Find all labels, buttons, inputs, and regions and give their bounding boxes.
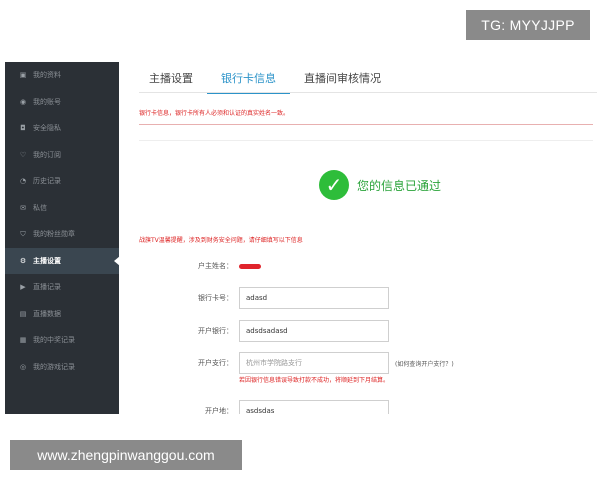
sidebar-item-streamer-settings[interactable]: ⚙ 主播设置	[5, 247, 120, 274]
id-card-icon: ▣	[19, 71, 27, 80]
address-row: 开户地： asdsdas	[139, 400, 579, 414]
heart-icon: ♡	[19, 150, 27, 159]
bank-input[interactable]: adsdsadasd	[239, 320, 389, 342]
holder-row: 户主姓名：	[139, 255, 579, 277]
bank-notice: 银行卡信息，银行卡所有人必须和认证的真实姓名一致。	[139, 110, 290, 117]
tab-bank-card-info[interactable]: 银行卡信息	[207, 70, 290, 94]
gear-icon: ⚙	[19, 256, 27, 265]
sidebar-item-live-records[interactable]: ▶ 直播记录	[5, 274, 119, 301]
tab-room-review-status[interactable]: 直播间审核情况	[290, 70, 395, 94]
redacted-name-mark	[239, 263, 261, 269]
clock-icon: ◔	[19, 177, 27, 186]
sidebar-item-live-data[interactable]: ▤ 直播数据	[5, 301, 119, 328]
sidebar-item-account[interactable]: ◉ 我的账号	[5, 89, 119, 116]
branch-input[interactable]: 杭州市学院路支行	[239, 352, 389, 374]
bank-label: 开户银行：	[198, 327, 233, 335]
sidebar-item-label: 历史记录	[33, 177, 61, 186]
main-content: 主播设置 银行卡信息 直播间审核情况 银行卡信息，银行卡所有人必须和认证的真实姓…	[119, 62, 597, 414]
tab-bar: 主播设置 银行卡信息 直播间审核情况	[139, 70, 395, 94]
video-icon: ▶	[20, 283, 26, 292]
sidebar-item-label: 安全隐私	[33, 124, 61, 133]
branch-help-link[interactable]: (如何查询开户支行？)	[395, 359, 454, 368]
sidebar-item-label: 我的粉丝勋章	[33, 230, 75, 239]
sidebar-item-label: 我的资料	[33, 71, 61, 80]
sidebar-item-label: 我的中奖记录	[33, 336, 75, 345]
verification-status: ✓ 您的信息已通过	[319, 170, 441, 200]
sidebar-item-label: 私信	[33, 203, 47, 212]
sidebar-item-fan-badges[interactable]: ⛉ 我的粉丝勋章	[5, 221, 119, 248]
card-number-input[interactable]: adasd	[239, 287, 389, 309]
sidebar-item-profile[interactable]: ▣ 我的资料	[5, 62, 119, 89]
branch-row: 开户支行： 杭州市学院路支行 (如何查询开户支行？)	[139, 352, 579, 374]
sidebar-item-label: 直播记录	[33, 283, 61, 292]
watermark-top: TG: MYYJJPP	[466, 10, 590, 40]
section-divider	[139, 140, 593, 141]
address-input[interactable]: asdsdas	[239, 400, 389, 414]
sidebar-item-label: 我的账号	[33, 97, 61, 106]
user-circle-icon: ◉	[19, 97, 27, 106]
security-warning: 战旗TV温馨提醒，涉及到财务安全问题，请仔细填写以下信息	[139, 237, 303, 244]
card-number-label: 银行卡号：	[198, 294, 233, 302]
branch-error-note: 若因银行信息错误导致打款不成功，将顺延到下月结算。	[239, 377, 390, 384]
bank-row: 开户银行： adsdsadasd	[139, 320, 579, 342]
sidebar-item-label: 我的游戏记录	[33, 362, 75, 371]
notice-divider	[139, 124, 593, 125]
app-frame: ▣ 我的资料 ◉ 我的账号 ◘ 安全隐私 ♡ 我的订阅 ◔ 历史记录 ✉ 私信 ⛉ 我的粉丝勋…	[5, 62, 597, 414]
card-number-row: 银行卡号： adasd	[139, 287, 579, 309]
sidebar-item-messages[interactable]: ✉ 私信	[5, 195, 119, 222]
sidebar: ▣ 我的资料 ◉ 我的账号 ◘ 安全隐私 ♡ 我的订阅 ◔ 历史记录 ✉ 私信 ⛉ 我的粉丝勋…	[5, 62, 120, 414]
sidebar-item-prize-records[interactable]: ▦ 我的中奖记录	[5, 327, 119, 354]
watermark-bottom: www.zhengpinwanggou.com	[10, 440, 242, 470]
check-circle-icon: ✓	[319, 170, 349, 200]
address-label: 开户地：	[205, 407, 233, 414]
gift-icon: ▦	[19, 336, 27, 345]
message-icon: ✉	[20, 203, 26, 212]
sidebar-item-game-records[interactable]: ◎ 我的游戏记录	[5, 354, 119, 381]
gamepad-icon: ◎	[19, 362, 27, 371]
holder-label: 户主姓名：	[198, 262, 233, 270]
sidebar-item-subscriptions[interactable]: ♡ 我的订阅	[5, 142, 119, 169]
tab-divider	[139, 92, 597, 93]
sidebar-item-label: 我的订阅	[33, 150, 61, 159]
branch-label: 开户支行：	[198, 359, 233, 367]
status-message: 您的信息已通过	[357, 178, 442, 193]
sidebar-item-label: 直播数据	[33, 309, 61, 318]
sidebar-item-security[interactable]: ◘ 安全隐私	[5, 115, 119, 142]
sidebar-item-history[interactable]: ◔ 历史记录	[5, 168, 119, 195]
camera-icon: ◘	[20, 124, 26, 133]
tab-streamer-settings[interactable]: 主播设置	[139, 70, 207, 94]
chart-icon: ▤	[19, 309, 27, 318]
shield-icon: ⛉	[20, 229, 26, 238]
sidebar-item-label: 主播设置	[33, 256, 61, 265]
